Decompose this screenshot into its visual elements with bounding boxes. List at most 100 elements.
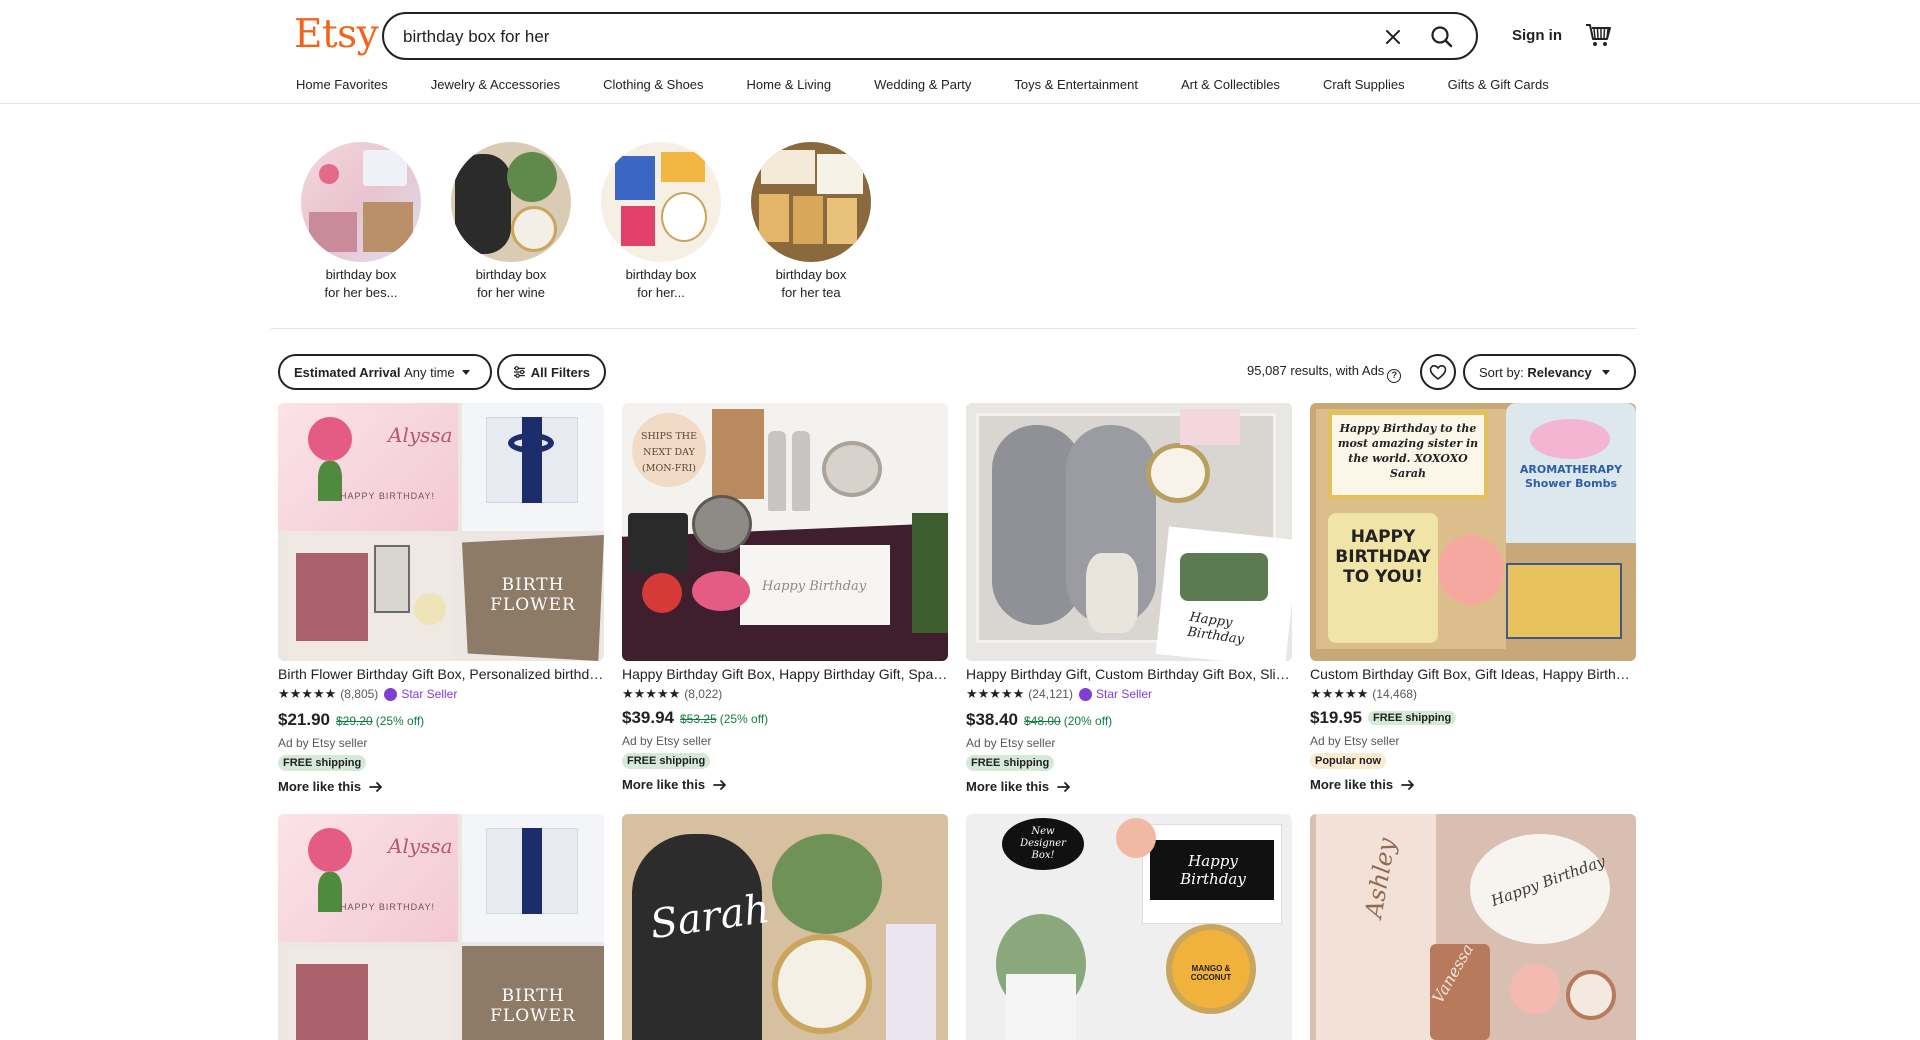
sale-price: $19.95 [1310, 708, 1362, 727]
listing-title[interactable]: Happy Birthday Gift Box, Happy Birthday … [622, 666, 948, 682]
star-seller-label: Star Seller [1095, 687, 1153, 701]
discount-percent: (25% off) [375, 714, 425, 728]
discount-percent: (25% off) [719, 712, 769, 726]
category-clothing-shoes[interactable]: Clothing & Shoes [603, 77, 703, 95]
arrival-filter-value: Any time [404, 364, 455, 380]
sale-price: $21.90 [278, 710, 330, 729]
star-rating: ★★★★★ [1310, 686, 1369, 701]
search-bar[interactable]: birthday box for her [382, 12, 1478, 60]
listing-image[interactable]: Ashley Happy Birthday Vanessa [1310, 814, 1636, 1040]
category-nav: Home Favorites Jewelry & Accessories Clo… [296, 77, 1592, 95]
arrival-filter-label: Estimated Arrival [294, 364, 401, 380]
listing-title[interactable]: Custom Birthday Gift Box, Gift Ideas, Ha… [1310, 666, 1636, 682]
more-like-this-link[interactable]: More like this [278, 779, 383, 794]
listing-card[interactable]: New Designer Box! Happy Birthday MANGO &… [966, 814, 1292, 1040]
original-price: $29.20 [336, 714, 373, 728]
ad-label: Ad by Etsy seller [278, 736, 368, 750]
free-shipping-badge: FREE shipping [278, 755, 367, 771]
category-home-favorites[interactable]: Home Favorites [296, 77, 388, 95]
related-search-item[interactable]: birthday box for her... [586, 142, 736, 302]
listing-image[interactable]: New Designer Box! Happy Birthday MANGO &… [966, 814, 1292, 1040]
star-seller-icon [1078, 687, 1092, 701]
listing-card[interactable]: Sarah [622, 814, 948, 1040]
arrow-right-icon [1401, 779, 1414, 790]
all-filters-button[interactable]: All Filters [497, 354, 606, 390]
sign-in-link[interactable]: Sign in [1512, 27, 1562, 44]
listing-image[interactable]: Happy Birthday [966, 403, 1292, 661]
site-header: Etsy birthday box for her Sign in Home F… [0, 0, 1920, 104]
arrow-right-icon [1057, 781, 1070, 792]
popular-now-badge: Popular now [1310, 753, 1386, 769]
listing-image-text: HAPPY BIRTHDAY TO YOU! [1335, 527, 1431, 587]
search-input[interactable]: birthday box for her [403, 27, 549, 47]
sale-price: $38.40 [966, 710, 1018, 729]
listing-image-text: Happy Birthday [762, 579, 867, 594]
listing-card[interactable]: SHIPS THE NEXT DAY (MON-FRI) Happy Birth… [622, 403, 948, 794]
save-search-button[interactable] [1420, 354, 1456, 390]
listing-image[interactable]: Sarah [622, 814, 948, 1040]
discount-percent: (20% off) [1063, 714, 1113, 728]
related-search-image [751, 142, 871, 262]
more-like-this-link[interactable]: More like this [622, 777, 727, 792]
all-filters-label: All Filters [530, 364, 590, 380]
estimated-arrival-filter[interactable]: Estimated Arrival Any time [278, 354, 492, 390]
listing-rating: ★★★★★ (14,468) [1310, 686, 1636, 702]
related-search-item[interactable]: birthday box for her tea [736, 142, 886, 302]
more-like-this-label: More like this [278, 779, 362, 794]
listing-image[interactable]: Alyssa HAPPY BIRTHDAY! BIRTH FLOWER [278, 814, 604, 1040]
sort-dropdown[interactable]: Sort by: Relevancy [1463, 354, 1636, 390]
star-seller-label: Star Seller [401, 687, 458, 701]
category-toys-entertainment[interactable]: Toys & Entertainment [1014, 77, 1138, 95]
star-seller-icon [384, 687, 398, 701]
listing-image-text: SHIPS THE NEXT DAY (MON-FRI) [640, 431, 698, 474]
clear-search-icon[interactable] [1382, 26, 1404, 48]
listing-card[interactable]: Alyssa HAPPY BIRTHDAY! BIRTH FLOWER [278, 814, 604, 1040]
related-search-item[interactable]: birthday box for her wine [436, 142, 586, 302]
listing-card[interactable]: Happy Birthday Happy Birthday Gift, Cust… [966, 403, 1292, 796]
listing-card[interactable]: Ashley Happy Birthday Vanessa [1310, 814, 1636, 1040]
more-like-this-link[interactable]: More like this [1310, 777, 1415, 792]
related-search-image [301, 142, 421, 262]
category-wedding-party[interactable]: Wedding & Party [874, 77, 971, 95]
listing-image-text: Alyssa [388, 423, 453, 447]
review-count: (8,022) [684, 687, 723, 701]
related-searches: birthday box for her bes... birthday box f… [286, 142, 886, 302]
listing-title[interactable]: Birth Flower Birthday Gift Box, Personal… [278, 666, 604, 682]
related-search-label: for her wine [477, 285, 545, 300]
related-search-item[interactable]: birthday box for her bes... [286, 142, 436, 302]
related-search-label: birthday box [325, 267, 397, 282]
listing-image-text: Happy Birthday [1180, 852, 1246, 888]
listing-image[interactable]: SHIPS THE NEXT DAY (MON-FRI) Happy Birth… [622, 403, 948, 661]
category-gifts-gift-cards[interactable]: Gifts & Gift Cards [1448, 77, 1549, 95]
related-search-label: for her... [637, 285, 685, 300]
listing-title[interactable]: Happy Birthday Gift, Custom Birthday Gif… [966, 666, 1292, 682]
search-icon[interactable] [1428, 23, 1456, 51]
etsy-logo[interactable]: Etsy [294, 12, 379, 57]
more-like-this-label: More like this [622, 777, 706, 792]
category-craft-supplies[interactable]: Craft Supplies [1323, 77, 1405, 95]
listing-image-text: HAPPY BIRTHDAY! [340, 902, 436, 912]
category-home-living[interactable]: Home & Living [747, 77, 832, 95]
more-like-this-label: More like this [1310, 777, 1394, 792]
cart-icon[interactable] [1585, 22, 1613, 48]
star-rating: ★★★★★ [278, 686, 337, 701]
chevron-down-icon [1601, 369, 1610, 375]
category-jewelry-accessories[interactable]: Jewelry & Accessories [431, 77, 560, 95]
more-like-this-link[interactable]: More like this [966, 779, 1071, 794]
star-rating: ★★★★★ [966, 686, 1025, 701]
listing-image[interactable]: Alyssa HAPPY BIRTHDAY! BIRTH FLOWER [278, 403, 604, 661]
listing-image[interactable]: Happy Birthday to the most amazing siste… [1310, 403, 1636, 661]
free-shipping-badge: FREE shipping [966, 755, 1055, 771]
listing-price: $38.40 $48.00 (20% off) [966, 710, 1292, 730]
related-search-label: for her bes... [324, 285, 398, 300]
category-art-collectibles[interactable]: Art & Collectibles [1181, 77, 1280, 95]
more-like-this-label: More like this [966, 779, 1050, 794]
ad-label: Ad by Etsy seller [966, 736, 1056, 750]
help-icon[interactable]: ? [1387, 369, 1402, 383]
listing-card[interactable]: Happy Birthday to the most amazing siste… [1310, 403, 1636, 794]
sort-value: Relevancy [1527, 364, 1592, 380]
results-count: 95,087 results, with Ads? [1247, 363, 1402, 383]
arrow-right-icon [713, 779, 726, 790]
listing-card[interactable]: Alyssa HAPPY BIRTHDAY! BIRTH FLOWER Birt… [278, 403, 604, 796]
listing-price: $21.90 $29.20 (25% off) [278, 710, 604, 730]
